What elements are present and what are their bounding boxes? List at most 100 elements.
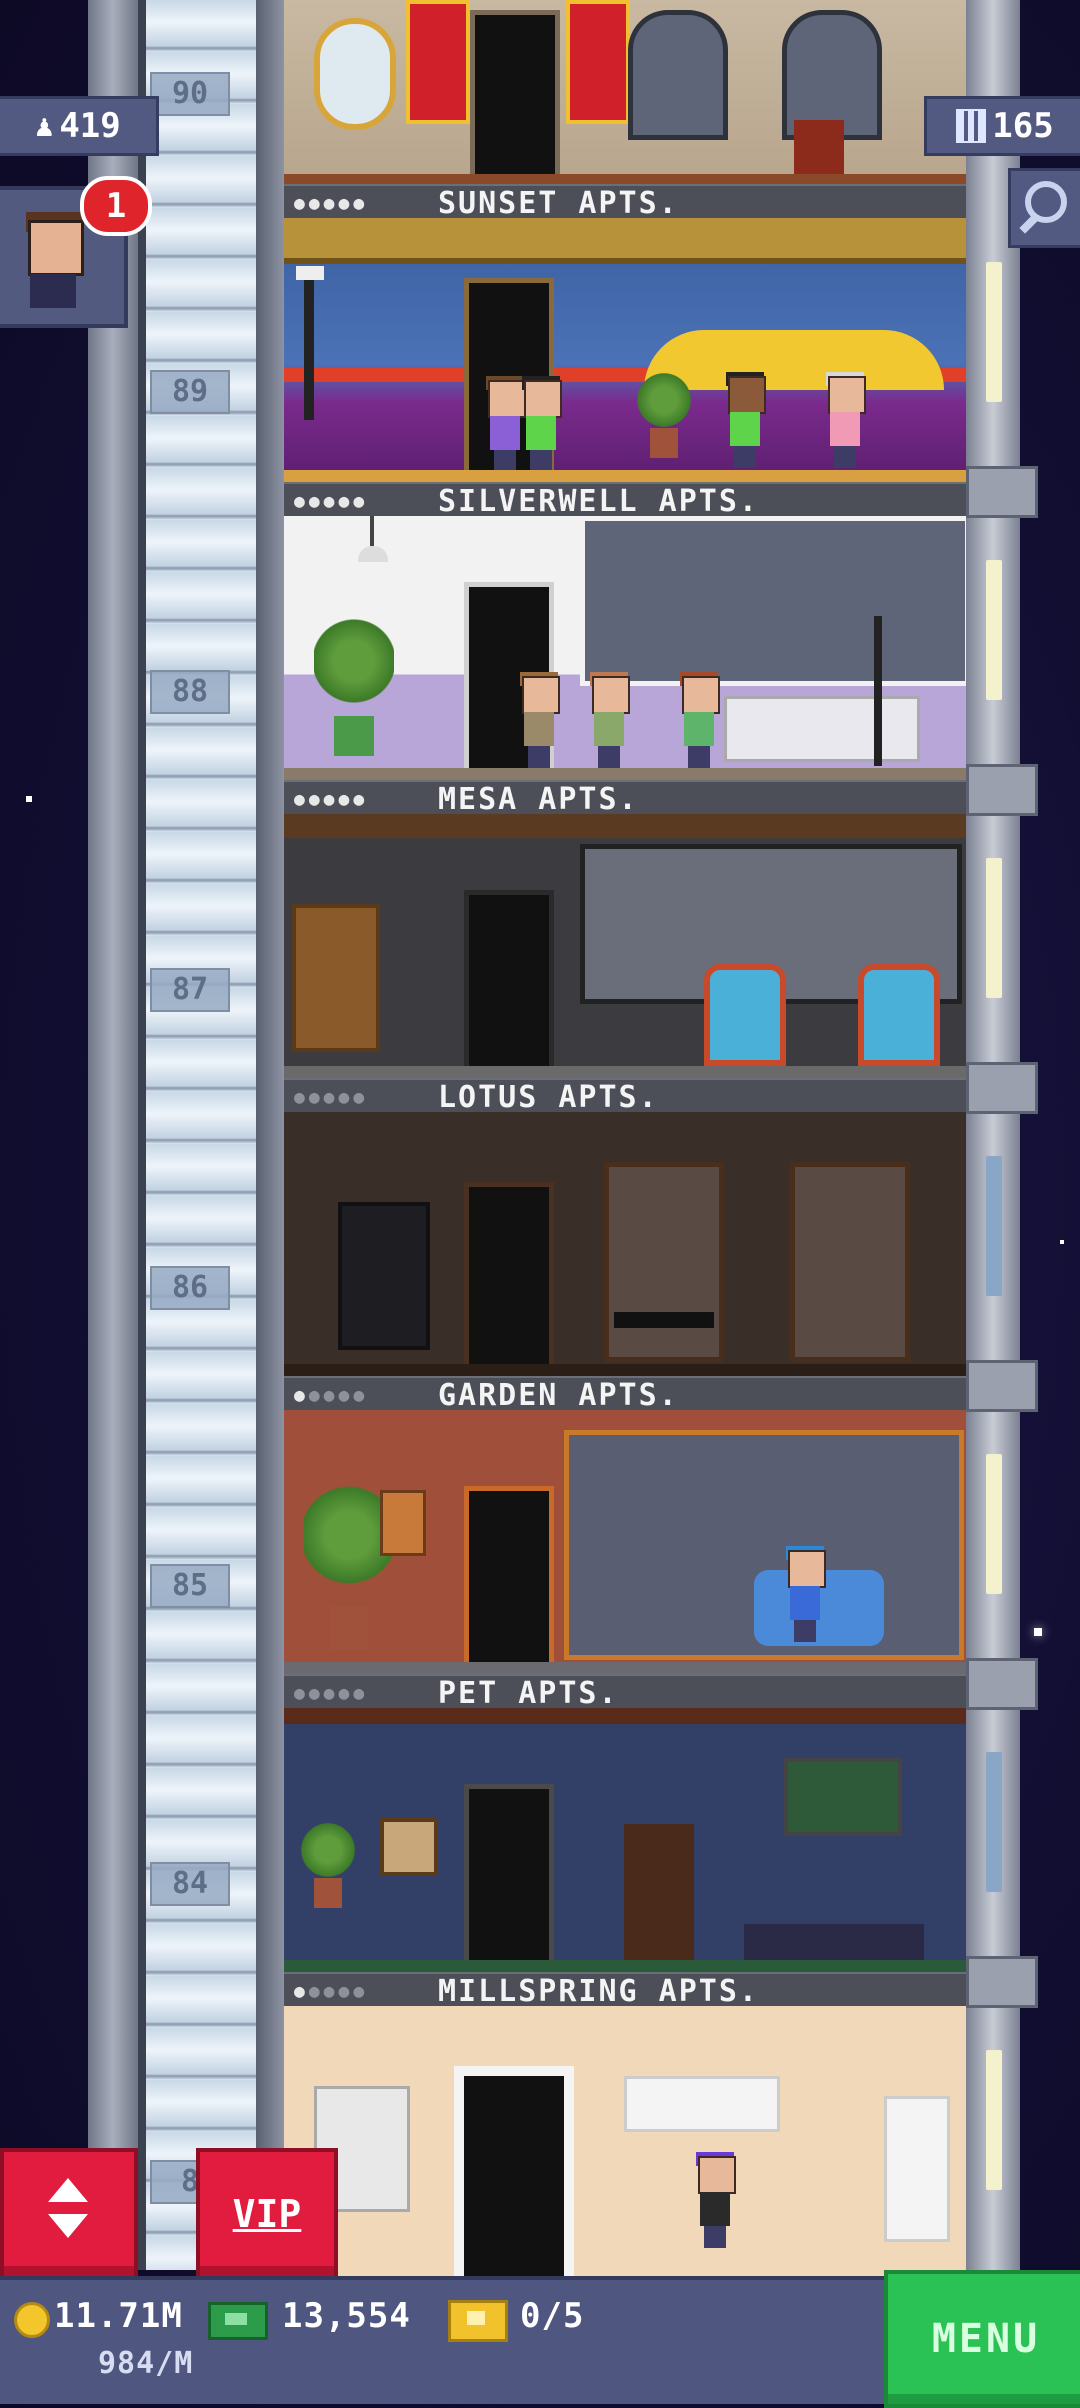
- apartment-door: [464, 1784, 554, 1969]
- column-bracket: [966, 466, 1038, 518]
- rating-stars: ●●●●●: [294, 490, 369, 512]
- floor-number: 90: [150, 72, 230, 116]
- floor-room: [284, 1112, 966, 1376]
- shoji-window: [604, 1162, 724, 1362]
- rating-stars: ●●●●●: [294, 1086, 369, 1108]
- resident[interactable]: [784, 1546, 826, 1642]
- window-light: [986, 560, 1002, 700]
- resident[interactable]: [588, 672, 630, 768]
- resident[interactable]: [678, 672, 720, 768]
- apartment-door: [464, 1182, 554, 1376]
- building-icon: [956, 109, 987, 143]
- baseboard: [284, 174, 966, 184]
- bux-value: 13,554: [282, 2296, 411, 2336]
- column-bracket: [966, 1956, 1038, 2008]
- ticket-icon: [448, 2300, 508, 2342]
- large-window: [580, 516, 966, 686]
- lamp-head: [296, 266, 324, 280]
- baseboard: [284, 768, 966, 780]
- menu-button[interactable]: MENU: [884, 2270, 1080, 2408]
- potted-plant: [298, 1818, 358, 1908]
- floor-sunset-apts[interactable]: ●●●●● SUNSET APTS.: [284, 184, 966, 482]
- mirror: [314, 18, 396, 130]
- banner: [566, 0, 630, 124]
- window-light: [986, 858, 1002, 998]
- resident[interactable]: [824, 372, 866, 468]
- baseboard: [284, 470, 966, 482]
- floor-name: PET APTS.: [438, 1675, 619, 1711]
- floor-millspring-apts[interactable]: ●●●●● MILLSPRING APTS.: [284, 1972, 966, 2276]
- potted-plant: [634, 368, 694, 458]
- arched-window: [628, 10, 728, 140]
- shoji-window: [790, 1162, 910, 1362]
- coin-icon: [14, 2302, 50, 2338]
- floor-number: 85: [150, 1564, 230, 1608]
- person-icon: ♟: [35, 108, 54, 144]
- pendant-light: [370, 516, 374, 546]
- resident[interactable]: [520, 376, 562, 472]
- elevator-control-button[interactable]: [0, 2148, 138, 2280]
- column-bracket: [966, 764, 1038, 816]
- star: [1060, 1240, 1064, 1244]
- aquarium: [784, 1758, 902, 1836]
- window-light: [986, 2050, 1002, 2190]
- rating-stars: ●●●●●: [294, 788, 369, 810]
- pendant-shade: [358, 546, 388, 562]
- window-light: [986, 1156, 1002, 1296]
- floor-room: [284, 2006, 966, 2276]
- floor-room: [284, 814, 966, 1078]
- rating-stars: ●●●●●: [294, 1384, 369, 1406]
- bookshelf: [338, 1202, 430, 1350]
- window-light: [986, 1752, 1002, 1892]
- floor-mesa-apts[interactable]: ●●●●● MESA APTS.: [284, 780, 966, 1078]
- floor-number: 89: [150, 370, 230, 414]
- arrow-up-icon: [48, 2178, 88, 2202]
- resident[interactable]: [724, 372, 766, 468]
- baseboard: [284, 1066, 966, 1078]
- search-button[interactable]: [1008, 168, 1080, 248]
- armchair: [858, 964, 940, 1066]
- vip-button[interactable]: VIP: [196, 2148, 338, 2280]
- floor-number: 88: [150, 670, 230, 714]
- visitor-body: [30, 274, 76, 308]
- floor-name: LOTUS APTS.: [438, 1079, 659, 1115]
- street-lamp: [304, 270, 314, 420]
- baseboard: [284, 1364, 966, 1376]
- floor-name: MILLSPRING APTS.: [438, 1973, 759, 2009]
- elevator-shaft[interactable]: [88, 0, 284, 2270]
- ceiling-beam: [284, 1708, 966, 1724]
- floor-number: 86: [150, 1266, 230, 1310]
- floor-room: [284, 516, 966, 780]
- cat-tree: [624, 1824, 694, 1964]
- tickets-value: 0/5: [520, 2296, 585, 2336]
- resident[interactable]: [518, 672, 560, 768]
- notification-badge: 1: [80, 176, 152, 236]
- star: [1034, 1628, 1042, 1636]
- column-bracket: [966, 1658, 1038, 1710]
- floor-pet-apts[interactable]: ●●●●● PET APTS.: [284, 1674, 966, 1972]
- rating-stars: ●●●●●: [294, 1980, 369, 2002]
- population-counter[interactable]: ♟ 419: [0, 96, 159, 156]
- sofa: [724, 696, 920, 762]
- throne-chair: [794, 120, 844, 174]
- column-bracket: [966, 1360, 1038, 1412]
- floor-number: 87: [150, 968, 230, 1012]
- floor-lobby[interactable]: [284, 0, 966, 184]
- ceiling-beam: [284, 218, 966, 264]
- floor-room: [284, 1708, 966, 1972]
- window-light: [986, 262, 1002, 402]
- bux-icon: [208, 2302, 268, 2340]
- floor-silverwell-apts[interactable]: ●●●●● SILVERWELL APTS.: [284, 482, 966, 780]
- floor-garden-apts[interactable]: ●●●●● GARDEN APTS.: [284, 1376, 966, 1674]
- column-bracket: [966, 1062, 1038, 1114]
- low-table: [614, 1312, 714, 1328]
- apartment-door: [454, 2066, 574, 2276]
- floor-lamp: [874, 616, 882, 766]
- banner: [406, 0, 470, 124]
- picture-frame: [380, 1490, 426, 1556]
- refrigerator: [884, 2096, 950, 2242]
- baseboard: [284, 1960, 966, 1972]
- floor-lotus-apts[interactable]: ●●●●● LOTUS APTS.: [284, 1078, 966, 1376]
- resident[interactable]: [694, 2152, 736, 2248]
- floors-counter[interactable]: 165: [924, 96, 1080, 156]
